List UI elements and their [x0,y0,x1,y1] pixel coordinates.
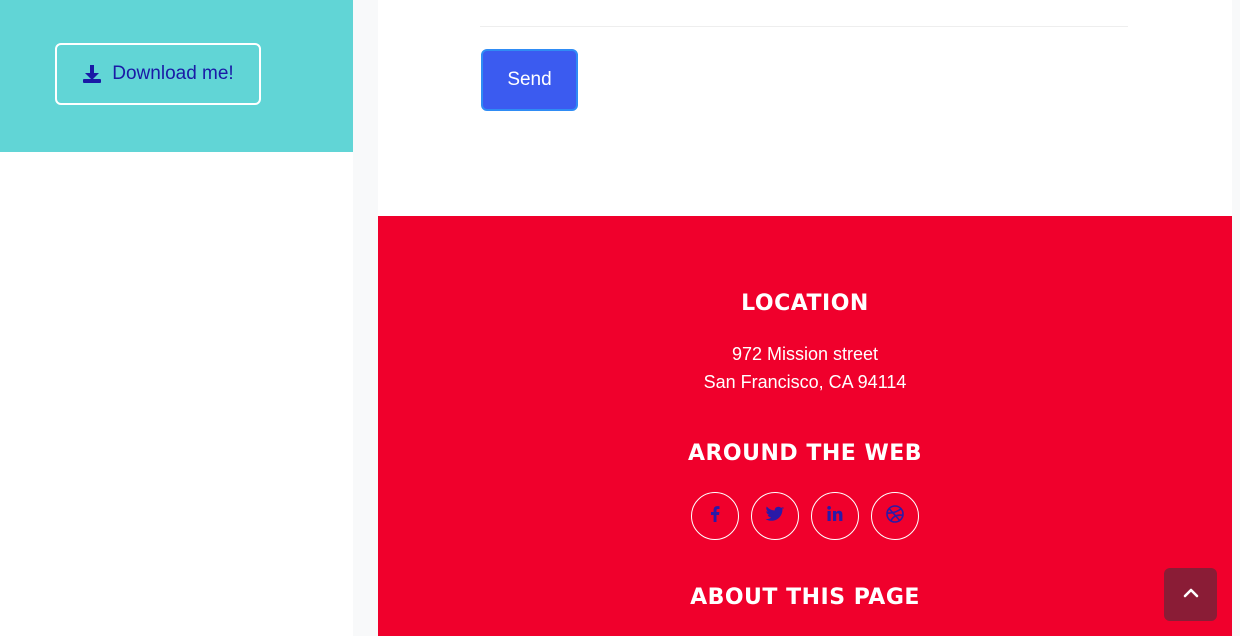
address-line-1: 972 Mission street [731,344,879,364]
right-gutter [1232,0,1240,636]
gutter [353,0,378,636]
footer: LOCATION 972 Mission street San Francisc… [378,216,1232,636]
form-divider [480,26,1128,27]
around-the-web-heading: AROUND THE WEB [687,441,923,466]
about-this-page-heading: ABOUT THIS PAGE [690,585,920,610]
download-icon [82,64,102,84]
send-button[interactable]: Send [481,49,578,111]
dribbble-icon [885,504,905,529]
location-heading: LOCATION [741,291,869,316]
facebook-icon [706,505,724,528]
sidebar-blank-area [0,152,353,636]
address-line-2: San Francisco, CA 94114 [703,372,907,392]
download-button[interactable]: Download me! [55,43,261,105]
scroll-to-top-button[interactable] [1164,568,1217,621]
contact-form-card: Send [378,0,1232,216]
facebook-button[interactable] [691,492,739,540]
dribbble-button[interactable] [871,492,919,540]
linkedin-icon [826,505,844,528]
twitter-icon [765,505,785,528]
twitter-button[interactable] [751,492,799,540]
download-button-label: Download me! [112,63,234,84]
linkedin-button[interactable] [811,492,859,540]
chevron-up-icon [1183,586,1199,604]
sidebar-panel: Download me! [0,0,353,152]
social-links [691,492,919,540]
